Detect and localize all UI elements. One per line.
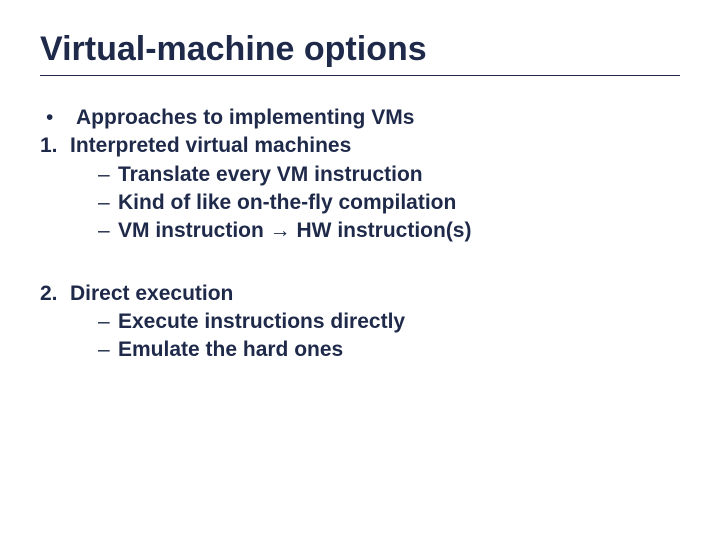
- dash-icon: –: [98, 189, 118, 217]
- bullet-text: Approaches to implementing VMs: [76, 104, 414, 132]
- sub-text: Kind of like on-the-fly compilation: [118, 189, 456, 217]
- slide: Virtual-machine options • Approaches to …: [0, 0, 720, 540]
- sub-text: Execute instructions directly: [118, 308, 405, 336]
- sub-bullet: – Execute instructions directly: [40, 308, 680, 336]
- numbered-item-2: 2. Direct execution: [40, 280, 680, 308]
- sub-bullet: – Emulate the hard ones: [40, 336, 680, 364]
- sub-text: Emulate the hard ones: [118, 336, 343, 364]
- item-text: Direct execution: [70, 280, 233, 308]
- title-rule: [40, 75, 680, 76]
- slide-body: • Approaches to implementing VMs 1. Inte…: [40, 104, 680, 365]
- sub-bullet: – VM instruction → HW instruction(s): [40, 217, 680, 245]
- dash-icon: –: [98, 308, 118, 336]
- dash-icon: –: [98, 217, 118, 245]
- spacer: [40, 246, 680, 280]
- dash-icon: –: [98, 161, 118, 189]
- sub-text: VM instruction → HW instruction(s): [118, 217, 471, 245]
- item-number: 2.: [40, 280, 70, 308]
- slide-title: Virtual-machine options: [40, 30, 680, 69]
- item-text: Interpreted virtual machines: [70, 132, 351, 160]
- item-number: 1.: [40, 132, 70, 160]
- dash-icon: –: [98, 336, 118, 364]
- sub-bullet: – Translate every VM instruction: [40, 161, 680, 189]
- sub-text: Translate every VM instruction: [118, 161, 423, 189]
- bullet-icon: •: [40, 104, 76, 132]
- sub-bullet: – Kind of like on-the-fly compilation: [40, 189, 680, 217]
- numbered-item-1: 1. Interpreted virtual machines: [40, 132, 680, 160]
- bullet-row: • Approaches to implementing VMs: [40, 104, 680, 132]
